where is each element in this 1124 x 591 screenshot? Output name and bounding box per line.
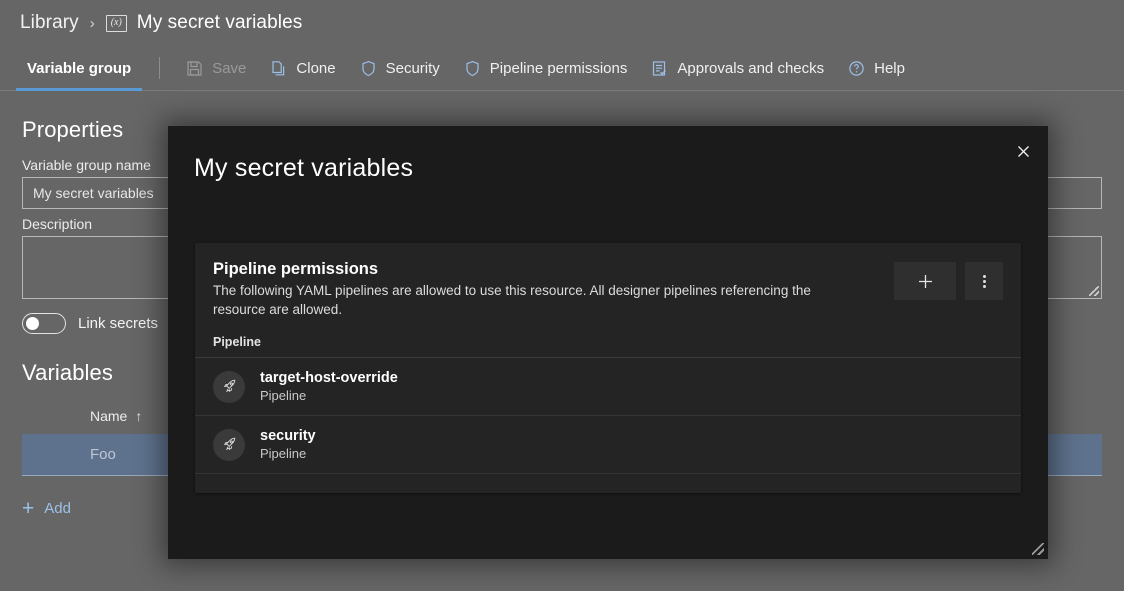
security-button[interactable]: Security — [348, 51, 452, 85]
sort-ascending-icon: ↑ — [135, 408, 143, 424]
list-item-name: target-host-override — [260, 370, 398, 387]
shield-icon — [464, 60, 481, 77]
add-pipeline-button[interactable] — [894, 262, 956, 300]
security-label: Security — [385, 59, 440, 77]
list-item[interactable]: target-host-override Pipeline — [195, 358, 1021, 417]
column-header-name-label: Name — [90, 408, 128, 424]
link-secrets-toggle[interactable] — [22, 313, 66, 334]
close-icon[interactable] — [1006, 134, 1040, 168]
card-header: Pipeline permissions The following YAML … — [195, 243, 1021, 319]
save-label: Save — [212, 59, 247, 77]
checklist-icon — [651, 60, 668, 77]
dialog-title: My secret variables — [194, 154, 414, 182]
pipeline-permissions-card: Pipeline permissions The following YAML … — [195, 243, 1021, 493]
pipeline-permissions-label: Pipeline permissions — [489, 59, 628, 77]
column-header-name[interactable]: Name ↑ — [22, 408, 177, 424]
clone-label: Clone — [296, 59, 336, 77]
help-circle-icon — [848, 60, 865, 77]
list-item-subtitle: Pipeline — [260, 388, 307, 404]
shield-icon — [360, 60, 377, 77]
card-title: Pipeline permissions — [213, 260, 379, 278]
add-variable-label: Add — [44, 500, 71, 517]
more-options-button[interactable] — [965, 262, 1003, 300]
pipeline-permissions-button[interactable]: Pipeline permissions — [452, 51, 640, 85]
approvals-and-checks-label: Approvals and checks — [677, 59, 825, 77]
list-item[interactable]: security Pipeline — [195, 416, 1021, 475]
list-item-name: security — [260, 428, 316, 445]
pipeline-permissions-dialog: My secret variables Pipeline permissions… — [168, 126, 1048, 559]
card-actions — [894, 260, 1003, 319]
toolbar: Variable group Save Clone Security Pipel… — [0, 46, 1124, 91]
clone-button[interactable]: Clone — [258, 51, 347, 85]
approvals-and-checks-button[interactable]: Approvals and checks — [639, 51, 836, 85]
variable-name-input[interactable]: Foo — [22, 446, 177, 463]
plus-icon: + — [22, 497, 35, 520]
resize-grip-icon[interactable] — [1032, 543, 1044, 555]
list-item-subtitle: Pipeline — [260, 446, 307, 462]
help-button[interactable]: Help — [836, 51, 917, 85]
rocket-icon — [213, 428, 245, 461]
resize-grip-icon[interactable] — [1089, 286, 1099, 296]
rocket-icon — [213, 370, 245, 403]
breadcrumb: Library › (x) My secret variables — [0, 0, 1124, 46]
clone-icon — [270, 60, 287, 77]
add-variable-button[interactable]: + Add — [22, 498, 71, 519]
card-description: The following YAML pipelines are allowed… — [213, 283, 811, 317]
link-secrets-label: Link secrets — [78, 315, 159, 332]
column-header-pipeline: Pipeline — [195, 319, 1021, 359]
save-button[interactable]: Save — [174, 51, 258, 85]
kebab-menu-icon — [982, 274, 986, 278]
breadcrumb-separator-icon: › — [89, 14, 95, 32]
breadcrumb-link-library[interactable]: Library — [20, 12, 79, 34]
help-label: Help — [874, 59, 905, 77]
save-icon — [186, 60, 203, 77]
toolbar-divider — [159, 57, 161, 79]
tab-variable-group[interactable]: Variable group — [15, 46, 143, 91]
tab-variable-group-label: Variable group — [27, 59, 132, 77]
variable-group-icon: (x) — [105, 14, 127, 32]
page-title: My secret variables — [136, 12, 303, 33]
